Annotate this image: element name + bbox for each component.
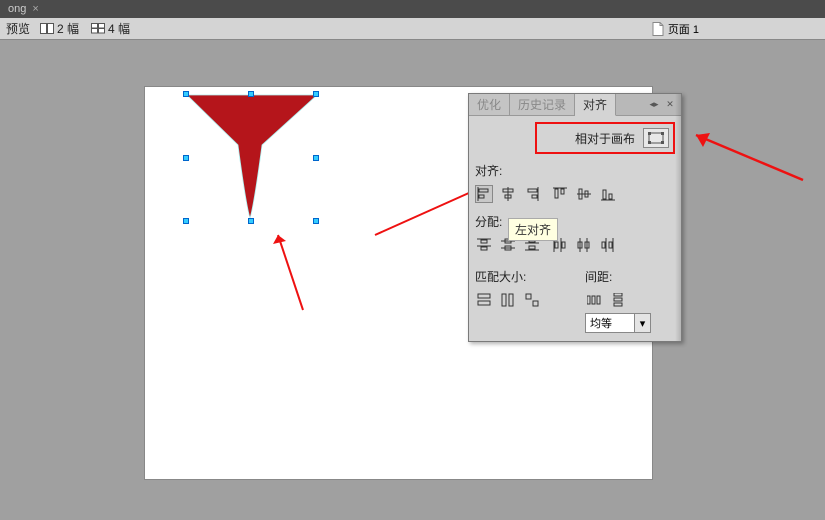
gap-label: 间距: <box>585 268 675 285</box>
gap-horizontal-button[interactable] <box>585 291 603 309</box>
distribute-top-button[interactable] <box>475 236 493 254</box>
four-up-label: 4 幅 <box>108 20 130 37</box>
align-bottom-icon <box>601 187 615 201</box>
align-hcenter-icon <box>501 187 515 201</box>
panel-scroll-shadow <box>675 94 681 341</box>
match-both-icon <box>525 293 539 307</box>
relative-to-canvas-label: 相对于画布 <box>575 130 635 147</box>
selection-handle[interactable] <box>183 91 189 97</box>
distribute-right-icon <box>601 238 615 252</box>
preview-label[interactable]: 预览 <box>6 20 30 37</box>
distribute-hcenter-button[interactable] <box>575 236 593 254</box>
gap-vertical-button[interactable] <box>609 291 627 309</box>
chevron-down-icon[interactable]: ▾ <box>634 314 650 332</box>
distribute-right-button[interactable] <box>599 236 617 254</box>
align-top-button[interactable] <box>551 185 569 203</box>
align-panel: 优化 历史记录 对齐 ◂▸ ✕ 相对于画布 对齐: <box>468 93 682 342</box>
align-bottom-button[interactable] <box>599 185 617 203</box>
panel-body: 相对于画布 对齐: 分配: <box>469 116 681 341</box>
panel-header: 优化 历史记录 对齐 ◂▸ ✕ <box>469 94 681 116</box>
tab-history[interactable]: 历史记录 <box>510 94 575 115</box>
annotation-arrow <box>688 125 808 185</box>
panel-menu-icon[interactable]: ◂▸ <box>647 98 661 112</box>
selection-handle[interactable] <box>313 218 319 224</box>
align-vcenter-button[interactable] <box>575 185 593 203</box>
document-tab[interactable]: ong × <box>0 1 47 17</box>
two-up-icon <box>40 23 54 34</box>
selection-handle[interactable] <box>183 218 189 224</box>
tooltip-left-align: 左对齐 <box>508 218 558 241</box>
selection-handle[interactable] <box>248 218 254 224</box>
gap-vertical-icon <box>611 293 625 307</box>
canvas-target-icon <box>648 132 664 144</box>
selection-handle[interactable] <box>248 91 254 97</box>
align-right-button[interactable] <box>523 185 541 203</box>
align-hcenter-button[interactable] <box>499 185 517 203</box>
distribute-hcenter-icon <box>577 238 591 252</box>
match-both-button[interactable] <box>523 291 541 309</box>
align-top-icon <box>553 187 567 201</box>
match-size-label: 匹配大小: <box>475 268 565 285</box>
four-up-icon <box>91 23 105 34</box>
selected-shape[interactable] <box>182 90 322 225</box>
page-label[interactable]: 页面 1 <box>668 21 699 37</box>
distribute-section-label: 分配: <box>475 213 675 230</box>
tab-align[interactable]: 对齐 <box>575 94 616 116</box>
document-tab-name: ong <box>8 3 26 15</box>
close-icon[interactable]: × <box>32 3 38 15</box>
document-tab-bar: ong × <box>0 0 825 18</box>
workspace <box>0 40 825 520</box>
relative-to-canvas-button[interactable] <box>643 128 669 148</box>
match-height-icon <box>501 293 515 307</box>
selection-handle[interactable] <box>183 155 189 161</box>
tab-optimize[interactable]: 优化 <box>469 94 510 115</box>
distribute-top-icon <box>477 238 491 252</box>
match-width-button[interactable] <box>475 291 493 309</box>
align-left-button[interactable] <box>475 185 493 203</box>
selection-handle[interactable] <box>313 91 319 97</box>
relative-to-canvas-row: 相对于画布 <box>535 122 675 154</box>
pages-section: 页面 1 <box>652 21 819 37</box>
four-up-button[interactable]: 4 幅 <box>87 19 134 38</box>
match-width-icon <box>477 293 491 307</box>
align-vcenter-icon <box>577 187 591 201</box>
two-up-button[interactable]: 2 幅 <box>36 19 83 38</box>
selection-handle[interactable] <box>313 155 319 161</box>
gap-mode-value[interactable] <box>586 317 634 329</box>
gap-mode-dropdown[interactable]: ▾ <box>585 313 651 333</box>
align-left-icon <box>477 187 491 201</box>
gap-horizontal-icon <box>587 293 601 307</box>
align-section-label: 对齐: <box>475 162 675 179</box>
page-icon <box>652 22 664 36</box>
match-height-button[interactable] <box>499 291 517 309</box>
align-right-icon <box>525 187 539 201</box>
view-toolbar: 预览 2 幅 4 幅 页面 1 <box>0 18 825 40</box>
two-up-label: 2 幅 <box>57 20 79 37</box>
